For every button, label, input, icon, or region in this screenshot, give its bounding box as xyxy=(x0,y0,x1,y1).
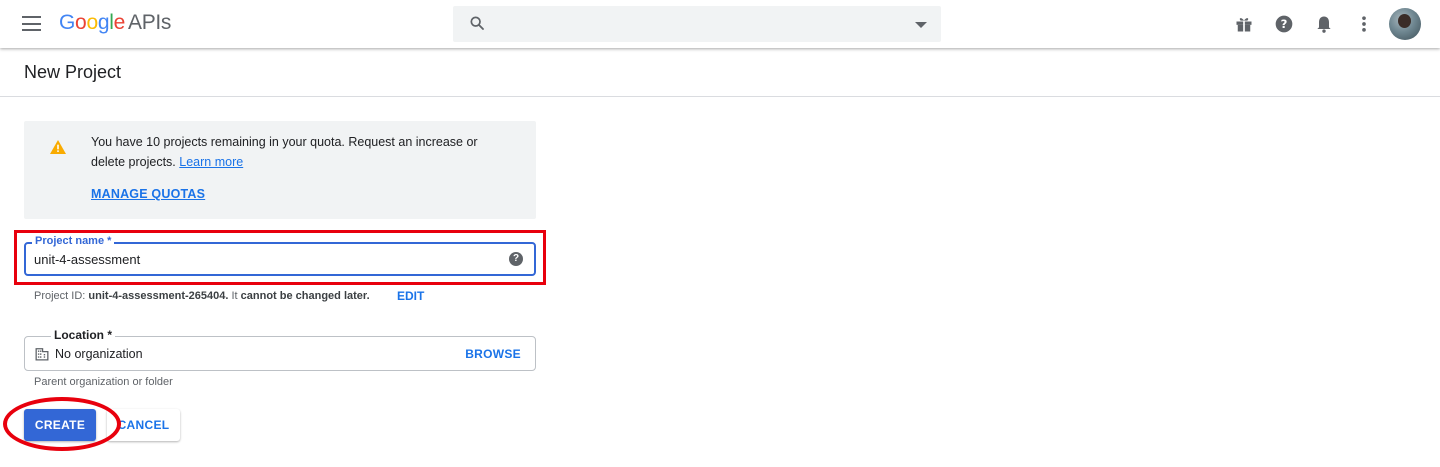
header-divider xyxy=(0,96,1440,97)
page-title: New Project xyxy=(24,62,122,82)
account-avatar[interactable] xyxy=(1389,8,1421,40)
logo-suffix: APIs xyxy=(127,11,172,34)
svg-text:?: ? xyxy=(1281,17,1288,31)
project-id-info: Project ID: unit-4-assessment-265404. It… xyxy=(34,289,424,303)
location-helper-text: Parent organization or folder xyxy=(34,376,173,388)
browse-button[interactable]: BROWSE xyxy=(465,347,521,361)
dropdown-caret-icon[interactable] xyxy=(915,22,927,28)
learn-more-link[interactable]: Learn more xyxy=(179,155,243,169)
quota-notice: You have 10 projects remaining in your q… xyxy=(24,121,536,219)
help-icon[interactable]: ? xyxy=(1274,14,1294,34)
project-name-label: Project name * xyxy=(32,235,115,247)
logo-letter: G xyxy=(59,11,76,34)
logo-letter: e xyxy=(113,11,126,34)
project-id-prefix: Project ID: xyxy=(34,290,89,302)
menu-icon[interactable] xyxy=(22,16,41,31)
google-apis-logo[interactable]: Google APIs xyxy=(59,11,171,35)
logo-letter: o xyxy=(86,11,98,34)
building-icon xyxy=(35,348,49,361)
create-button[interactable]: CREATE xyxy=(24,409,96,441)
notifications-icon[interactable] xyxy=(1314,14,1334,34)
project-name-field[interactable]: Project name * unit-4-assessment ? xyxy=(24,235,536,276)
top-bar: Google APIs ? xyxy=(0,0,1440,48)
quota-message: You have 10 projects remaining in your q… xyxy=(91,132,511,172)
cancel-button[interactable]: CANCEL xyxy=(107,409,180,441)
project-id-cannot-change: cannot be changed later. xyxy=(240,290,370,302)
location-value: No organization xyxy=(55,347,143,361)
project-name-help-icon[interactable]: ? xyxy=(509,252,523,266)
logo-letter: o xyxy=(75,11,87,34)
google-wordmark: Google xyxy=(59,11,125,34)
project-name-input[interactable]: unit-4-assessment xyxy=(34,252,140,267)
location-field[interactable]: Location * No organization BROWSE xyxy=(24,328,536,371)
location-label: Location * xyxy=(51,328,116,342)
logo-letter: g xyxy=(97,11,110,34)
more-vert-icon[interactable] xyxy=(1354,14,1374,34)
quota-message-text: You have 10 projects remaining in your q… xyxy=(91,135,478,169)
project-id-suffix: It xyxy=(228,290,241,302)
manage-quotas-link[interactable]: MANAGE QUOTAS xyxy=(91,187,205,201)
search-bar[interactable] xyxy=(453,6,941,42)
search-icon xyxy=(470,16,484,30)
gift-icon[interactable] xyxy=(1234,14,1254,34)
project-id-value: unit-4-assessment-265404. xyxy=(88,290,229,302)
warning-icon xyxy=(50,140,66,154)
edit-project-id-button[interactable]: EDIT xyxy=(397,289,424,303)
